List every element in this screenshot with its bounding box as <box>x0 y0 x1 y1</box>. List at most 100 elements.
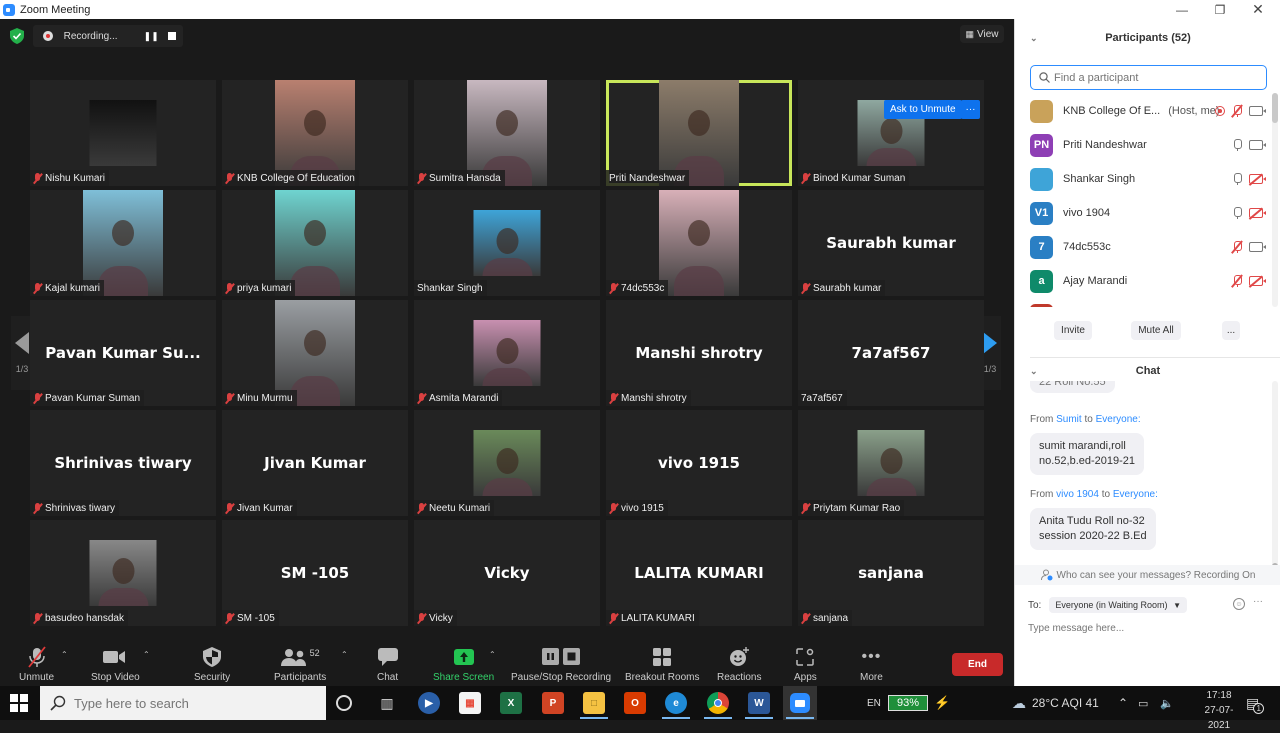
participant-video-tile[interactable]: Asmita Marandi <box>414 300 600 406</box>
participant-video-tile[interactable]: vivo 1915 vivo 1915 <box>606 410 792 516</box>
zoom-taskbar-button[interactable] <box>783 686 817 720</box>
participant-list-item[interactable]: 7 74dc553c <box>1030 232 1266 262</box>
close-window-button[interactable]: ✕ <box>1238 0 1278 19</box>
pause-recording-button[interactable]: ❚❚ <box>141 25 162 47</box>
microsoft-store-icon[interactable]: ▦ <box>459 692 481 714</box>
action-center-button[interactable]: ▤ 1 <box>1246 686 1265 720</box>
participant-video-tile[interactable]: Binod Kumar Suman <box>798 80 984 186</box>
stop-video-button[interactable]: Stop Video <box>91 646 140 683</box>
participant-video-tile[interactable]: priya kumari <box>222 190 408 296</box>
chat-scrollbar[interactable] <box>1272 381 1278 571</box>
participant-video-tile[interactable]: Priti Nandeshwar <box>606 80 792 186</box>
reactions-button[interactable]: Reactions <box>717 646 761 683</box>
taskbar-search-input[interactable] <box>74 695 304 711</box>
edge-browser-icon[interactable]: e <box>665 692 687 714</box>
participant-search-input[interactable] <box>1054 71 1254 84</box>
share-screen-button[interactable]: Share Screen <box>433 646 494 683</box>
participant-video-tile[interactable]: Manshi shrotry Manshi shrotry <box>606 300 792 406</box>
participant-video-tile[interactable]: Neetu Kumari <box>414 410 600 516</box>
minimize-button[interactable]: — <box>1162 0 1202 19</box>
camera-icon[interactable] <box>1249 106 1266 116</box>
apps-button[interactable]: Apps <box>794 646 817 683</box>
collapse-chat-chevron-icon[interactable]: ⌄ <box>1030 366 1038 377</box>
participants-scroll-thumb[interactable] <box>1272 93 1278 123</box>
camera-off-icon[interactable] <box>1248 275 1266 288</box>
participant-video-tile[interactable]: Sumitra Hansda <box>414 80 600 186</box>
recipient-dropdown[interactable]: Everyone (in Waiting Room) ▼ <box>1049 597 1187 613</box>
participant-list-item[interactable]: V1 vivo 1904 <box>1030 198 1266 228</box>
participant-video-tile[interactable]: Saurabh kumar Saurabh kumar <box>798 190 984 296</box>
participant-list-item[interactable]: Shankar Singh <box>1030 164 1266 194</box>
camera-icon[interactable] <box>1249 140 1266 150</box>
participant-video-tile[interactable]: Vicky Vicky <box>414 520 600 626</box>
video-options-caret-icon[interactable]: ⌃ <box>143 650 150 659</box>
participant-video-tile[interactable]: SM -105 SM -105 <box>222 520 408 626</box>
emoji-icon[interactable]: ☺ <box>1233 598 1245 610</box>
participants-options-caret-icon[interactable]: ⌃ <box>341 650 348 659</box>
participants-scrollbar[interactable] <box>1272 93 1278 307</box>
mic-icon[interactable] <box>1233 207 1242 219</box>
office-icon[interactable]: O <box>624 692 646 714</box>
camera-off-icon[interactable] <box>1248 207 1266 220</box>
encryption-shield-icon[interactable] <box>8 27 26 45</box>
battery-indicator[interactable]: 93% <box>888 695 928 711</box>
language-indicator[interactable]: EN <box>867 686 881 720</box>
mic-muted-icon[interactable] <box>1231 240 1243 254</box>
windows-start-button[interactable] <box>10 694 28 712</box>
end-meeting-button[interactable]: End <box>952 653 1003 676</box>
ask-to-unmute-button[interactable]: Ask to Unmute <box>884 100 962 119</box>
participant-list-item[interactable] <box>1030 300 1265 307</box>
participant-video-tile[interactable]: Jivan Kumar Jivan Kumar <box>222 410 408 516</box>
chat-more-button[interactable]: ··· <box>1253 596 1263 607</box>
mute-all-button[interactable]: Mute All <box>1131 321 1181 340</box>
chat-sender[interactable]: vivo 1904 <box>1056 489 1099 500</box>
participants-button[interactable]: 52 Participants <box>274 646 326 683</box>
chrome-browser-icon[interactable] <box>707 692 729 714</box>
file-explorer-icon[interactable]: □ <box>583 692 605 714</box>
participant-video-tile[interactable]: Priytam Kumar Rao <box>798 410 984 516</box>
participant-video-tile[interactable]: Minu Murmu <box>222 300 408 406</box>
pause-stop-recording-button[interactable]: Pause/Stop Recording <box>511 646 611 683</box>
cortana-icon[interactable] <box>336 695 352 711</box>
participant-list-item[interactable]: a Ajay Marandi <box>1030 266 1266 296</box>
mic-icon[interactable] <box>1233 173 1242 185</box>
mic-muted-icon[interactable] <box>1231 104 1243 118</box>
breakout-rooms-button[interactable]: Breakout Rooms <box>625 646 699 683</box>
participant-video-tile[interactable]: Pavan Kumar Su... Pavan Kumar Suman <box>30 300 216 406</box>
powerpoint-icon[interactable]: P <box>542 692 564 714</box>
participant-video-tile[interactable]: Kajal kumari <box>30 190 216 296</box>
stop-recording-button[interactable] <box>162 25 183 47</box>
collapse-participants-chevron-icon[interactable]: ⌄ <box>1030 33 1038 44</box>
participant-video-tile[interactable]: 7a7af567 7a7af567 <box>798 300 984 406</box>
participant-video-tile[interactable]: Nishu Kumari <box>30 80 216 186</box>
participant-video-tile[interactable]: sanjana sanjana <box>798 520 984 626</box>
word-icon[interactable]: W <box>748 692 770 714</box>
media-player-icon[interactable]: ▶ <box>418 692 440 714</box>
mic-icon[interactable] <box>1233 139 1242 151</box>
view-button[interactable]: ▦ View <box>960 25 1004 43</box>
chat-button[interactable]: Chat <box>377 646 398 683</box>
message-visibility-notice[interactable]: Who can see your messages? Recording On <box>1015 565 1280 585</box>
participant-list-item[interactable]: PN Priti Nandeshwar <box>1030 130 1266 160</box>
taskbar-search-box[interactable] <box>40 686 326 720</box>
task-view-icon[interactable]: ▥ <box>376 692 398 714</box>
participant-video-tile[interactable]: Shrinivas tiwary Shrinivas tiwary <box>30 410 216 516</box>
security-button[interactable]: Security <box>194 646 230 683</box>
network-icon[interactable]: ▭ <box>1138 686 1148 720</box>
participant-video-tile[interactable]: basudeo hansdak <box>30 520 216 626</box>
system-clock[interactable]: 17:18 27-07-2021 <box>1194 688 1244 733</box>
participant-video-tile[interactable]: Shankar Singh <box>414 190 600 296</box>
chat-sender[interactable]: Sumit <box>1056 414 1082 425</box>
show-hidden-icons-chevron-icon[interactable]: ⌃ <box>1118 686 1128 720</box>
more-button[interactable]: ••• More <box>860 646 883 683</box>
volume-icon[interactable]: 🔈 <box>1160 686 1174 720</box>
chat-message-input[interactable] <box>1028 620 1268 636</box>
maximize-button[interactable]: ❐ <box>1200 0 1240 19</box>
participant-search-field[interactable] <box>1030 65 1267 90</box>
participant-video-tile[interactable]: KNB College Of Education <box>222 80 408 186</box>
participant-video-tile[interactable]: LALITA KUMARI LALITA KUMARI <box>606 520 792 626</box>
camera-off-icon[interactable] <box>1248 173 1266 186</box>
unmute-button[interactable]: Unmute <box>19 646 54 683</box>
excel-icon[interactable]: X <box>500 692 522 714</box>
invite-button[interactable]: Invite <box>1054 321 1092 340</box>
